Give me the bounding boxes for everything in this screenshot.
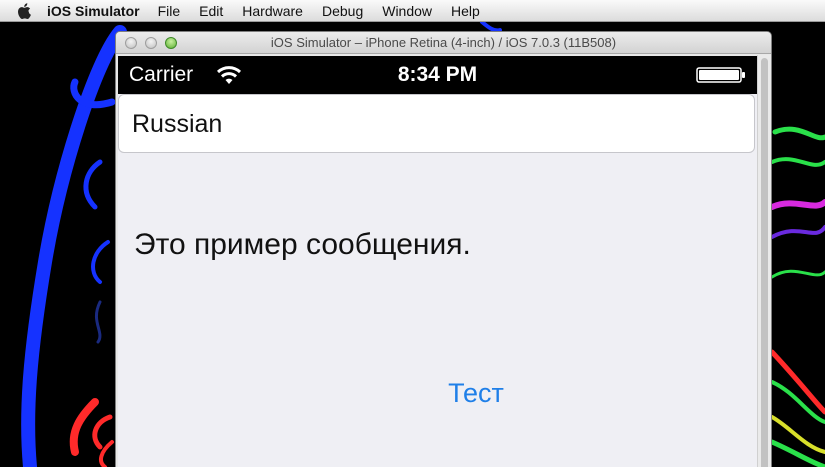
window-title: iOS Simulator – iPhone Retina (4-inch) /…: [270, 35, 617, 50]
menu-edit[interactable]: Edit: [199, 3, 223, 19]
test-button[interactable]: Тест: [436, 378, 516, 414]
apple-menu-icon[interactable]: [15, 0, 33, 22]
message-label: Это пример сообщения.: [134, 228, 471, 261]
window-titlebar[interactable]: iOS Simulator – iPhone Retina (4-inch) /…: [116, 32, 771, 54]
menu-bar: iOS Simulator File Edit Hardware Debug W…: [0, 0, 825, 22]
status-time: 8:34 PM: [397, 63, 478, 86]
menu-window[interactable]: Window: [382, 3, 432, 19]
vertical-scrollbar[interactable]: [757, 55, 771, 467]
menu-debug[interactable]: Debug: [322, 3, 363, 19]
device-screen: Carrier 8:34 PM Russian Это пример сообщ…: [118, 56, 757, 467]
scrollbar-thumb[interactable]: [761, 58, 768, 467]
battery-icon: [696, 67, 745, 83]
menu-hardware[interactable]: Hardware: [242, 3, 303, 19]
language-text-field[interactable]: Russian: [118, 94, 755, 153]
ios-status-bar: Carrier 8:34 PM: [118, 56, 757, 94]
simulator-window: iOS Simulator – iPhone Retina (4-inch) /…: [115, 31, 772, 467]
menu-app-name[interactable]: iOS Simulator: [47, 3, 140, 19]
menu-help[interactable]: Help: [451, 3, 480, 19]
menu-file[interactable]: File: [158, 3, 181, 19]
